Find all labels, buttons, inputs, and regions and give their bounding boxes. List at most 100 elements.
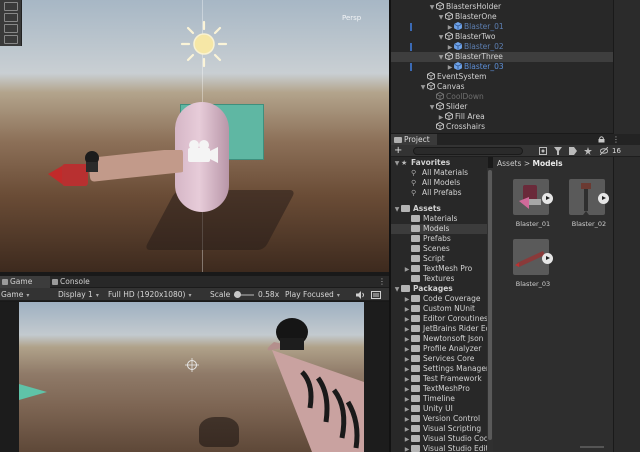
hierarchy-item[interactable]: ▼ Canvas <box>391 82 613 92</box>
hierarchy-item[interactable]: ▶ Fill Area <box>391 112 613 122</box>
icon-size-slider[interactable] <box>580 446 604 448</box>
hierarchy-item[interactable]: ▼ BlasterThree <box>391 52 613 62</box>
favorite-search-item[interactable]: ⚲ All Models <box>391 178 488 188</box>
favorite-search-item[interactable]: ⚲ All Materials <box>391 168 488 178</box>
tree-item-label: JetBrains Rider Edi <box>423 324 488 333</box>
tree-folder-item[interactable]: ▶ Newtonsoft Json <box>391 334 488 344</box>
tab-project[interactable]: Project <box>391 134 437 145</box>
tree-folder-item[interactable]: Textures <box>391 274 488 284</box>
scale-value: 0.58x <box>258 290 280 299</box>
folder-icon <box>401 205 410 212</box>
game-view[interactable] <box>0 302 389 452</box>
favorite-search-item[interactable]: ⚲ All Prefabs <box>391 188 488 198</box>
lock-icon[interactable] <box>598 136 605 143</box>
tree-folder-item[interactable]: ▶ Custom NUnit <box>391 304 488 314</box>
tree-item-label: Settings Manager <box>423 364 488 373</box>
tree-folder-item[interactable]: ▶ Visual Scripting <box>391 424 488 434</box>
gameobject-cube-icon <box>445 32 453 40</box>
perspective-label[interactable]: Persp <box>342 14 361 22</box>
hierarchy-item[interactable]: ▶ Blaster_02 <box>391 42 613 52</box>
project-toolbar: + 16 <box>391 145 640 157</box>
tree-section-header[interactable]: ▼ Packages <box>391 284 488 294</box>
expand-arrow-icon[interactable]: ▶ <box>403 445 411 452</box>
tree-item-label: All Materials <box>422 168 469 177</box>
tree-folder-item[interactable]: Models <box>391 224 488 234</box>
hierarchy-item[interactable]: ▼ BlasterOne <box>391 12 613 22</box>
play-mode-dropdown[interactable]: Play Focused <box>285 288 340 301</box>
asset-tile[interactable]: Blaster_03 <box>510 239 556 297</box>
camera-gizmo-icon[interactable] <box>186 138 220 166</box>
tree-item-label: Newtonsoft Json <box>423 334 484 343</box>
tree-folder-item[interactable]: Materials <box>391 214 488 224</box>
crayon-blaster-model[interactable] <box>48 150 183 190</box>
mute-audio-icon[interactable] <box>356 291 365 299</box>
asset-tile[interactable]: Blaster_01 <box>510 179 556 237</box>
hidden-packages-icon[interactable] <box>600 147 608 155</box>
filter-by-label-icon[interactable] <box>554 147 562 155</box>
preview-play-icon[interactable] <box>542 193 553 204</box>
project-search-input[interactable] <box>413 147 523 155</box>
preview-play-icon[interactable] <box>598 193 609 204</box>
tree-section-header[interactable]: ▼ Assets <box>391 204 488 214</box>
hierarchy-item[interactable]: CoolDown <box>391 92 613 102</box>
game-render-area[interactable] <box>19 302 364 452</box>
tree-folder-item[interactable]: ▶ Settings Manager <box>391 364 488 374</box>
tree-folder-item[interactable]: ▶ Unity UI <box>391 404 488 414</box>
tree-folder-item[interactable]: ▶ Services Core <box>391 354 488 364</box>
tree-folder-item[interactable]: ▶ Editor Coroutines <box>391 314 488 324</box>
view-tool-button[interactable] <box>4 2 18 11</box>
hierarchy-item[interactable]: ▼ Slider <box>391 102 613 112</box>
tree-folder-item[interactable]: ▶ Code Coverage <box>391 294 488 304</box>
hierarchy-item[interactable]: ▶ Blaster_03 <box>391 62 613 72</box>
hierarchy-item[interactable]: ▶ Blaster_01 <box>391 22 613 32</box>
rect-tool-button[interactable] <box>4 35 18 44</box>
tree-folder-item[interactable]: ▶ JetBrains Rider Edi <box>391 324 488 334</box>
tree-folder-item[interactable]: ▶ TextMesh Pro <box>391 264 488 274</box>
project-panel-menu-icon[interactable]: ⋮ <box>612 135 620 144</box>
tree-folder-item[interactable]: ▶ Timeline <box>391 394 488 404</box>
tree-section-header[interactable]: ▼ ★ Favorites <box>391 158 488 168</box>
tree-folder-item[interactable]: Prefabs <box>391 234 488 244</box>
folder-icon <box>411 295 420 302</box>
hierarchy-item[interactable]: Crosshairs <box>391 122 613 132</box>
gameobject-cube-icon <box>427 72 435 80</box>
project-folder-tree: ▼ ★ Favorites ⚲ All Materials ⚲ All Models ⚲ All… <box>391 157 488 452</box>
breadcrumb-models[interactable]: Models <box>532 159 562 168</box>
game-mode-dropdown[interactable]: Game <box>1 288 29 301</box>
directional-light-icon[interactable] <box>179 19 229 69</box>
game-teal-cube <box>19 384 47 400</box>
asset-tile[interactable]: Blaster_02 <box>566 179 612 237</box>
tab-console[interactable]: Console <box>50 276 110 288</box>
tree-folder-item[interactable]: ▶ Visual Studio Code <box>391 434 488 444</box>
tag-icon[interactable] <box>569 147 577 155</box>
tree-item-label: Timeline <box>423 394 455 403</box>
preview-play-icon[interactable] <box>542 253 553 264</box>
hierarchy-item[interactable]: ▼ BlastersHolder <box>391 2 613 12</box>
folder-tree-scroll-thumb[interactable] <box>488 170 492 440</box>
tree-folder-item[interactable]: ▶ Version Control <box>391 414 488 424</box>
tree-folder-item[interactable]: ▶ Profile Analyzer <box>391 344 488 354</box>
add-asset-button[interactable]: + <box>394 145 402 157</box>
hierarchy-item[interactable]: EventSystem <box>391 72 613 82</box>
move-tool-button[interactable] <box>4 13 18 22</box>
hierarchy-item[interactable]: ▼ BlasterTwo <box>391 32 613 42</box>
favorite-icon[interactable] <box>584 147 592 155</box>
tree-folder-item[interactable]: ▶ TextMeshPro <box>391 384 488 394</box>
breadcrumb-assets[interactable]: Assets <box>497 159 521 168</box>
tree-folder-item[interactable]: ▶ Visual Studio Edito <box>391 444 488 452</box>
game-panel-menu-icon[interactable]: ⋮ <box>378 277 386 286</box>
prefab-cube-icon <box>454 42 462 50</box>
scale-slider-handle[interactable] <box>234 291 241 298</box>
tab-game[interactable]: Game <box>0 276 50 288</box>
tree-folder-item[interactable]: ▶ Test Framework <box>391 374 488 384</box>
search-by-type-icon[interactable] <box>539 147 547 155</box>
resolution-dropdown[interactable]: Full HD (1920x1080) <box>108 288 192 301</box>
display-dropdown[interactable]: Display 1 <box>58 288 99 301</box>
scene-tool-palette <box>0 0 22 46</box>
folder-icon <box>411 245 420 252</box>
stats-icon[interactable] <box>371 291 381 299</box>
tree-folder-item[interactable]: Script <box>391 254 488 264</box>
tree-folder-item[interactable]: Scenes <box>391 244 488 254</box>
scene-view[interactable]: Persp <box>0 0 389 272</box>
rotate-tool-button[interactable] <box>4 24 18 33</box>
